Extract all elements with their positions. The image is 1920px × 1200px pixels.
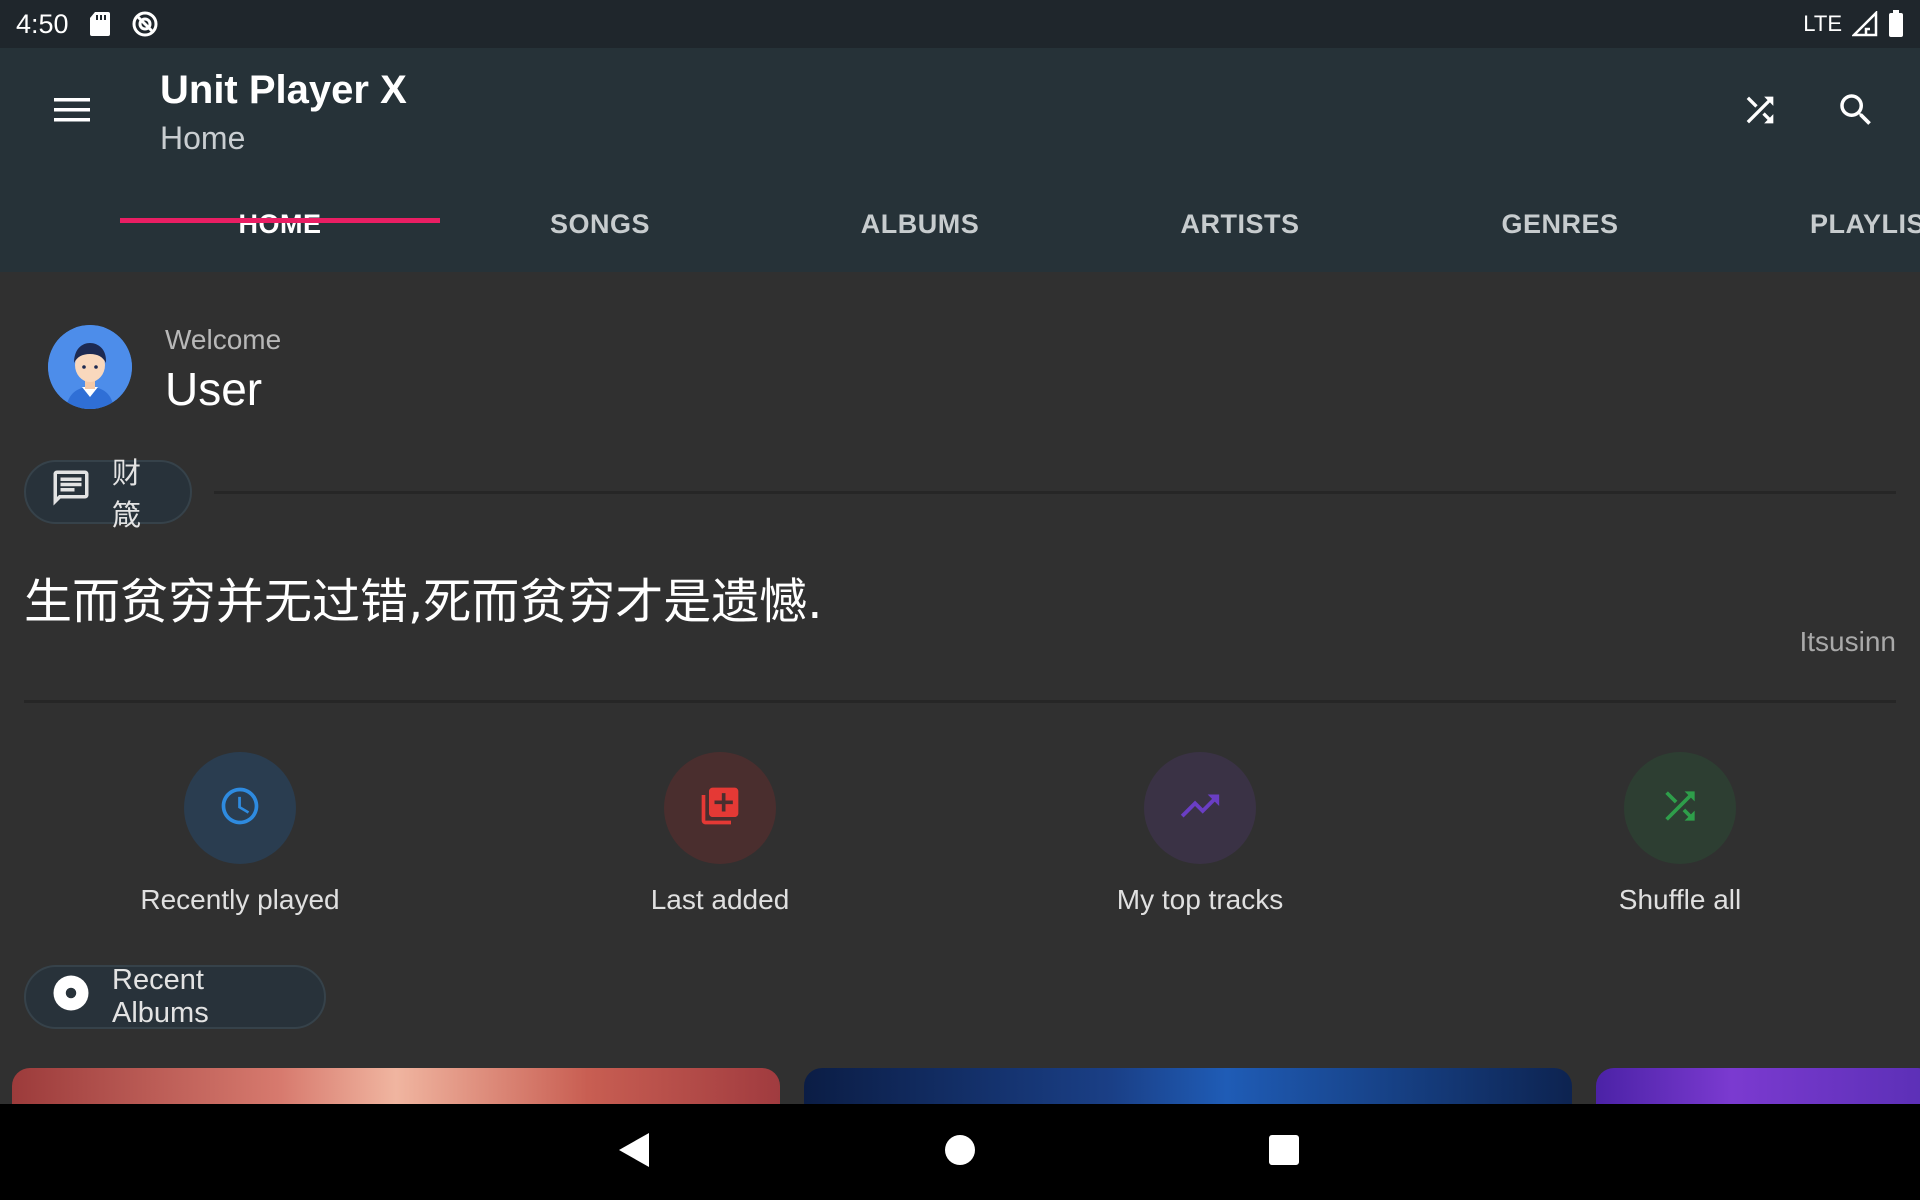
tab-genres[interactable]: GENRES: [1400, 176, 1720, 272]
app-title: Unit Player X: [160, 68, 407, 112]
tab-songs[interactable]: SONGS: [440, 176, 760, 272]
welcome-label: Welcome: [165, 324, 282, 355]
tab-artists[interactable]: ARTISTS: [1080, 176, 1400, 272]
back-button[interactable]: [610, 1128, 658, 1176]
message-icon: [50, 467, 92, 517]
quote-text: 生而贫穷并无过错,死而贫穷才是遗憾.: [24, 574, 823, 630]
status-time: 4:50: [16, 8, 69, 39]
home-button[interactable]: [936, 1128, 984, 1176]
action-circle[interactable]: [664, 752, 776, 864]
shuffle-icon: [1658, 784, 1702, 833]
tab-albums[interactable]: ALBUMS: [760, 176, 1080, 272]
divider: [214, 491, 1896, 494]
library-add-icon: [698, 784, 742, 833]
toolbar: Unit Player X Home: [0, 48, 1920, 176]
action-circle[interactable]: [184, 752, 296, 864]
sd-card-icon: [89, 11, 111, 37]
search-icon: [1835, 89, 1877, 136]
quote-chip-label: 财箴: [112, 458, 142, 532]
recents-icon: [1268, 1134, 1300, 1171]
action-my-top-tracks[interactable]: My top tracks: [1050, 752, 1350, 916]
tab-playlists[interactable]: PLAYLISTS: [1720, 176, 1920, 272]
album-card[interactable]: [1596, 1068, 1920, 1108]
tab-indicator: [120, 218, 440, 223]
action-shuffle-all[interactable]: Shuffle all: [1530, 752, 1830, 916]
album-card[interactable]: [12, 1068, 780, 1108]
tab-home[interactable]: HOME: [120, 176, 440, 272]
action-circle[interactable]: [1624, 752, 1736, 864]
shuffle-button[interactable]: [1736, 88, 1784, 136]
search-button[interactable]: [1832, 88, 1880, 136]
action-label: Recently played: [140, 884, 340, 915]
status-bar: 4:50 LTE: [0, 0, 1920, 48]
action-recently-played[interactable]: Recently played: [90, 752, 390, 916]
battery-icon: [1888, 10, 1904, 38]
signal-icon: [1852, 11, 1878, 37]
app-subtitle: Home: [160, 120, 246, 156]
menu-icon: [52, 95, 92, 130]
quote-author: Itsusinn: [1799, 626, 1897, 657]
trending-up-icon: [1177, 783, 1223, 834]
app-bar: Unit Player X Home HOME SONGS ALBUMS ART…: [0, 48, 1920, 272]
network-type: LTE: [1803, 11, 1842, 36]
action-last-added[interactable]: Last added: [570, 752, 870, 916]
menu-button[interactable]: [40, 88, 104, 136]
action-label: Last added: [650, 884, 790, 915]
user-name: User: [165, 363, 263, 415]
album-icon: [50, 972, 92, 1022]
shuffle-icon: [1740, 90, 1780, 135]
recent-albums-label: Recent Albums: [112, 964, 209, 1029]
action-label: My top tracks: [1116, 884, 1284, 915]
back-icon: [617, 1131, 651, 1174]
navigation-bar: [0, 1104, 1920, 1200]
avatar[interactable]: [48, 325, 132, 409]
sync-icon: [131, 10, 159, 38]
recents-button[interactable]: [1260, 1128, 1308, 1176]
tab-bar: HOME SONGS ALBUMS ARTISTS GENRES PLAYLIS…: [0, 176, 1920, 272]
clock-icon: [218, 784, 262, 833]
recent-albums-chip[interactable]: Recent Albums: [24, 964, 326, 1029]
quote-chip[interactable]: 财箴: [24, 458, 192, 532]
home-icon: [944, 1134, 976, 1171]
divider: [24, 700, 1896, 703]
album-card[interactable]: [804, 1068, 1572, 1108]
action-label: Shuffle all: [1618, 884, 1742, 915]
action-circle[interactable]: [1144, 752, 1256, 864]
